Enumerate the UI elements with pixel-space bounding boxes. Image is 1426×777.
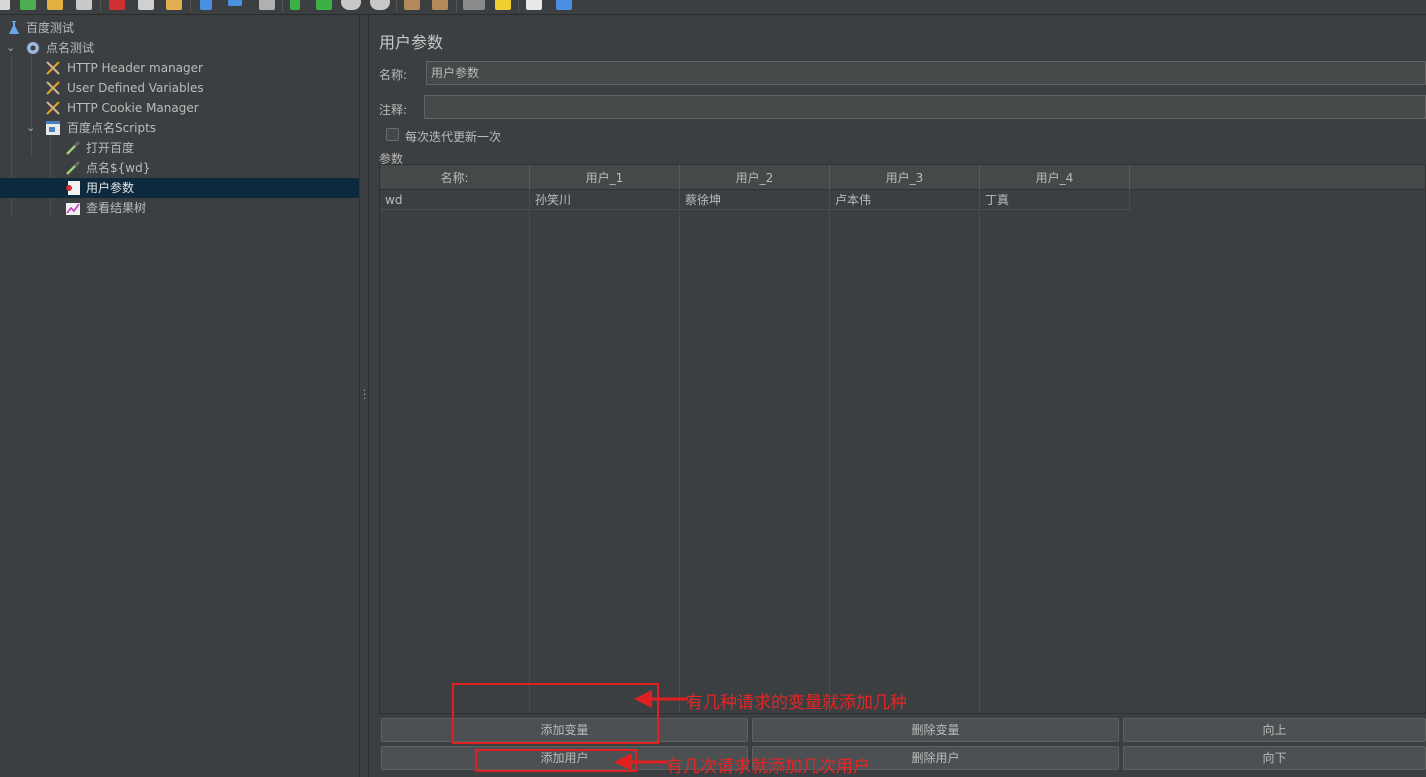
table-cell[interactable]: wd (380, 190, 530, 210)
thread-group-gear-icon (27, 42, 39, 54)
transaction-controller-icon (46, 121, 60, 135)
tree-item-http-cookie-manager[interactable]: HTTP Cookie Manager (0, 98, 359, 118)
column-header[interactable]: 用户_2 (680, 165, 830, 189)
paste-icon[interactable] (166, 0, 182, 10)
tree-item-sampler-call-name[interactable]: 点名${wd} (0, 158, 359, 178)
annotation-arrow-icon (634, 690, 688, 708)
config-wrench-icon (46, 61, 60, 75)
tree-item-label: 点名测试 (46, 41, 95, 55)
column-divider (679, 189, 680, 713)
update-each-iteration-label: 每次迭代更新一次 (405, 130, 502, 144)
column-divider (829, 189, 830, 713)
tree-item-label: HTTP Cookie Manager (67, 101, 199, 115)
tree-item-label: 用户参数 (86, 181, 135, 195)
toolbar-separator (456, 0, 457, 12)
expand-icon[interactable] (200, 0, 212, 10)
tree-item-label: 百度测试 (26, 21, 75, 35)
tree-item-thread-group[interactable]: ⌄ 点名测试 (0, 38, 359, 58)
chevron-down-icon[interactable]: ⌄ (6, 39, 15, 57)
start-icon[interactable] (290, 0, 300, 10)
tree-item-http-header-manager[interactable]: HTTP Header manager (0, 58, 359, 78)
help-icon[interactable] (556, 0, 572, 10)
table-cell[interactable]: 卢本伟 (830, 190, 980, 210)
templates-icon[interactable] (20, 0, 36, 10)
sampler-pipette-icon (66, 160, 81, 175)
toolbar-separator (100, 0, 101, 12)
column-header[interactable]: 用户_1 (530, 165, 680, 189)
annotation-note-users: 有几次请求就添加几次用户 (666, 757, 870, 777)
column-divider (979, 189, 980, 713)
toolbar (0, 0, 1426, 15)
split-pane-divider[interactable]: · · · (359, 15, 369, 777)
tree-item-label: User Defined Variables (67, 81, 204, 95)
tree-item-label: HTTP Header manager (67, 61, 203, 75)
config-wrench-icon (46, 101, 60, 115)
toggle-icon[interactable] (259, 0, 275, 10)
column-header[interactable]: 用户_3 (830, 165, 980, 189)
annotation-highlight-add-variable (452, 683, 659, 744)
tree-item-label: 点名${wd} (86, 161, 151, 175)
open-icon[interactable] (47, 0, 63, 10)
comment-field[interactable] (424, 95, 1426, 119)
annotation-arrow-icon (614, 753, 668, 771)
tree-item-view-results-tree[interactable]: 查看结果树 (0, 198, 359, 218)
stop-icon[interactable] (341, 0, 361, 10)
name-field[interactable]: 用户参数 (426, 61, 1426, 85)
column-header[interactable]: 名称: (380, 165, 530, 189)
tree-item-label: 百度点名Scripts (67, 121, 157, 135)
column-divider (529, 189, 530, 713)
move-up-button[interactable]: 向上 (1123, 718, 1426, 742)
tree-item-test-plan[interactable]: 百度测试 (0, 18, 359, 38)
tree-item-user-defined-variables[interactable]: User Defined Variables (0, 78, 359, 98)
move-down-button[interactable]: 向下 (1123, 746, 1426, 770)
chevron-down-icon[interactable]: ⌄ (26, 119, 35, 137)
annotation-note-variables: 有几种请求的变量就添加几种 (686, 693, 907, 713)
collapse-icon[interactable] (228, 0, 242, 6)
preprocessor-icon (66, 181, 80, 195)
reset-search-icon[interactable] (495, 0, 511, 10)
tree-item-transaction-controller[interactable]: ⌄ 百度点名Scripts (0, 118, 359, 138)
table-cell[interactable]: 蔡徐坤 (680, 190, 830, 210)
comment-label: 注释: (379, 103, 408, 117)
parameters-table: 名称: 用户_1 用户_2 用户_3 用户_4 wd 孙笑川 蔡徐坤 卢本伟 丁… (379, 164, 1426, 714)
name-label: 名称: (379, 68, 408, 82)
tree-item-label: 打开百度 (86, 141, 135, 155)
copy-icon[interactable] (138, 0, 154, 10)
clear-all-icon[interactable] (432, 0, 448, 10)
function-helper-icon[interactable] (526, 0, 542, 10)
clear-icon[interactable] (404, 0, 420, 10)
tree-item-user-parameters[interactable]: 用户参数 (0, 178, 359, 198)
new-icon[interactable] (0, 0, 10, 10)
config-wrench-icon (46, 81, 60, 95)
table-cell[interactable]: 孙笑川 (530, 190, 680, 210)
toolbar-separator (190, 0, 191, 12)
toolbar-separator (282, 0, 283, 12)
save-icon[interactable] (76, 0, 92, 10)
toolbar-separator (396, 0, 397, 12)
page-title: 用户参数 (379, 33, 444, 52)
test-plan-tree: 百度测试 ⌄ 点名测试 HTTP Header manager User Def… (0, 15, 359, 777)
toolbar-separator (518, 0, 519, 12)
search-icon[interactable] (463, 0, 485, 10)
sampler-pipette-icon (66, 140, 81, 155)
cut-icon[interactable] (109, 0, 125, 10)
shutdown-icon[interactable] (370, 0, 390, 10)
tree-item-label: 查看结果树 (86, 201, 147, 215)
delete-variable-button[interactable]: 删除变量 (752, 718, 1119, 742)
test-plan-icon (9, 21, 19, 34)
table-cell[interactable]: 丁真 (980, 190, 1130, 210)
start-no-pause-icon[interactable] (316, 0, 332, 10)
tree-item-sampler-open-baidu[interactable]: 打开百度 (0, 138, 359, 158)
update-each-iteration-checkbox[interactable] (386, 128, 399, 141)
column-header[interactable]: 用户_4 (980, 165, 1130, 189)
user-parameters-panel: 用户参数 名称: 用户参数 注释: 每次迭代更新一次 参数 名称: 用户_1 用… (370, 15, 1426, 777)
grip-icon: · · · (363, 386, 367, 405)
table-header: 名称: 用户_1 用户_2 用户_3 用户_4 (380, 165, 1425, 190)
listener-chart-icon (66, 203, 80, 215)
